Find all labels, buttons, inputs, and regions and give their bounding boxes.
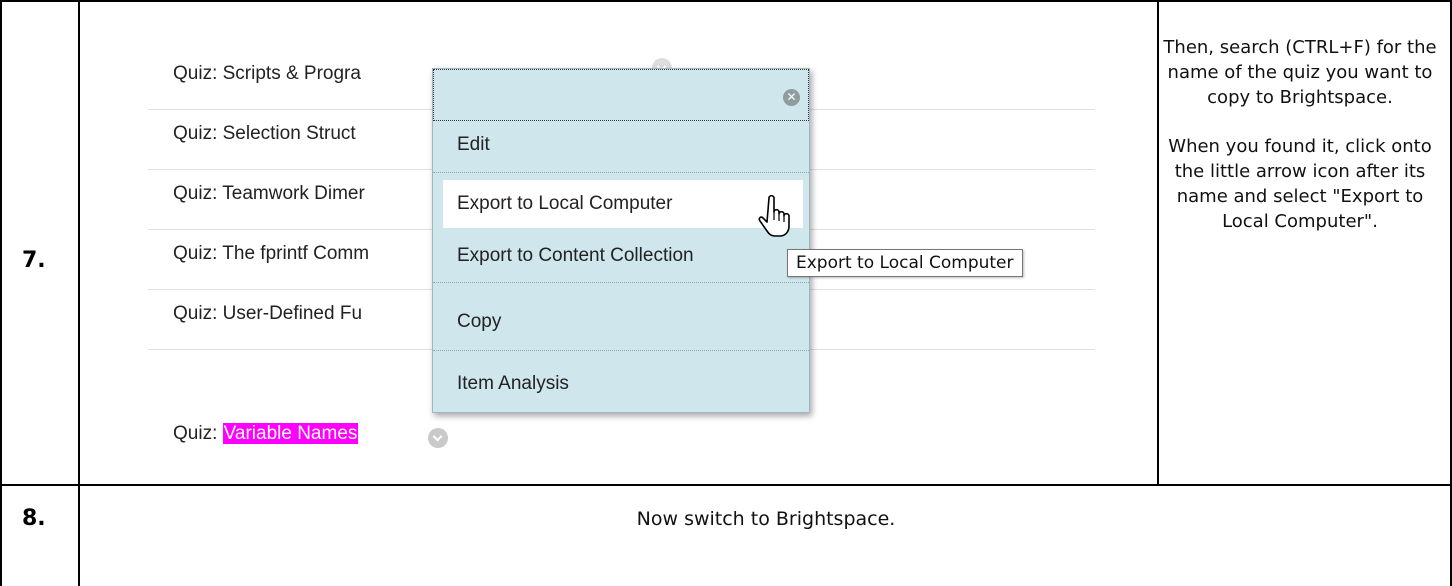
menu-separator — [433, 282, 809, 283]
menu-item-copy[interactable]: Copy — [443, 303, 803, 341]
menu-header: ✕ — [433, 69, 809, 121]
table-border-left — [0, 0, 2, 586]
tooltip: Export to Local Computer — [787, 249, 1023, 277]
menu-separator — [433, 172, 809, 173]
quiz-name[interactable]: Scripts & Progra — [223, 63, 361, 84]
quiz-prefix: Quiz: — [173, 63, 223, 84]
table-row-divider — [0, 484, 1452, 486]
step-7-instructions: Then, search (CTRL+F) for the name of th… — [1159, 35, 1441, 234]
chevron-down-icon[interactable] — [428, 428, 448, 448]
menu-item-edit[interactable]: Edit — [443, 131, 803, 171]
quiz-name[interactable]: Teamwork Dimer — [222, 183, 365, 204]
quiz-prefix: Quiz: — [173, 183, 223, 204]
step-number-8: 8. — [22, 506, 46, 531]
hand-pointer-icon — [758, 194, 790, 237]
menu-item-item-analysis[interactable]: Item Analysis — [443, 365, 803, 403]
step-8-text: Now switch to Brightspace. — [636, 508, 896, 530]
menu-item-export-local[interactable]: Export to Local Computer — [443, 180, 803, 228]
instruction-paragraph: When you found it, click onto the little… — [1168, 136, 1432, 232]
step-number-7: 7. — [22, 248, 46, 273]
quiz-prefix: Quiz: — [173, 243, 223, 264]
table-col-divider — [78, 0, 80, 586]
quiz-prefix: Quiz: — [173, 123, 223, 144]
quiz-name-highlighted[interactable]: Variable Names — [222, 423, 359, 444]
table-border-top — [0, 0, 1452, 2]
quiz-name[interactable]: Selection Struct — [223, 123, 356, 144]
menu-separator — [433, 350, 809, 351]
instruction-paragraph: Then, search (CTRL+F) for the name of th… — [1163, 37, 1437, 108]
context-menu: ✕ Edit Export to Local Computer Export t… — [432, 68, 810, 413]
quiz-name[interactable]: The fprintf Comm — [222, 243, 369, 264]
quiz-prefix: Quiz: — [173, 303, 223, 324]
quiz-name[interactable]: User-Defined Fu — [223, 303, 362, 324]
quiz-prefix: Quiz: — [173, 423, 223, 444]
close-circle-icon[interactable]: ✕ — [783, 89, 800, 106]
menu-item-export-collection[interactable]: Export to Content Collection — [443, 237, 803, 277]
